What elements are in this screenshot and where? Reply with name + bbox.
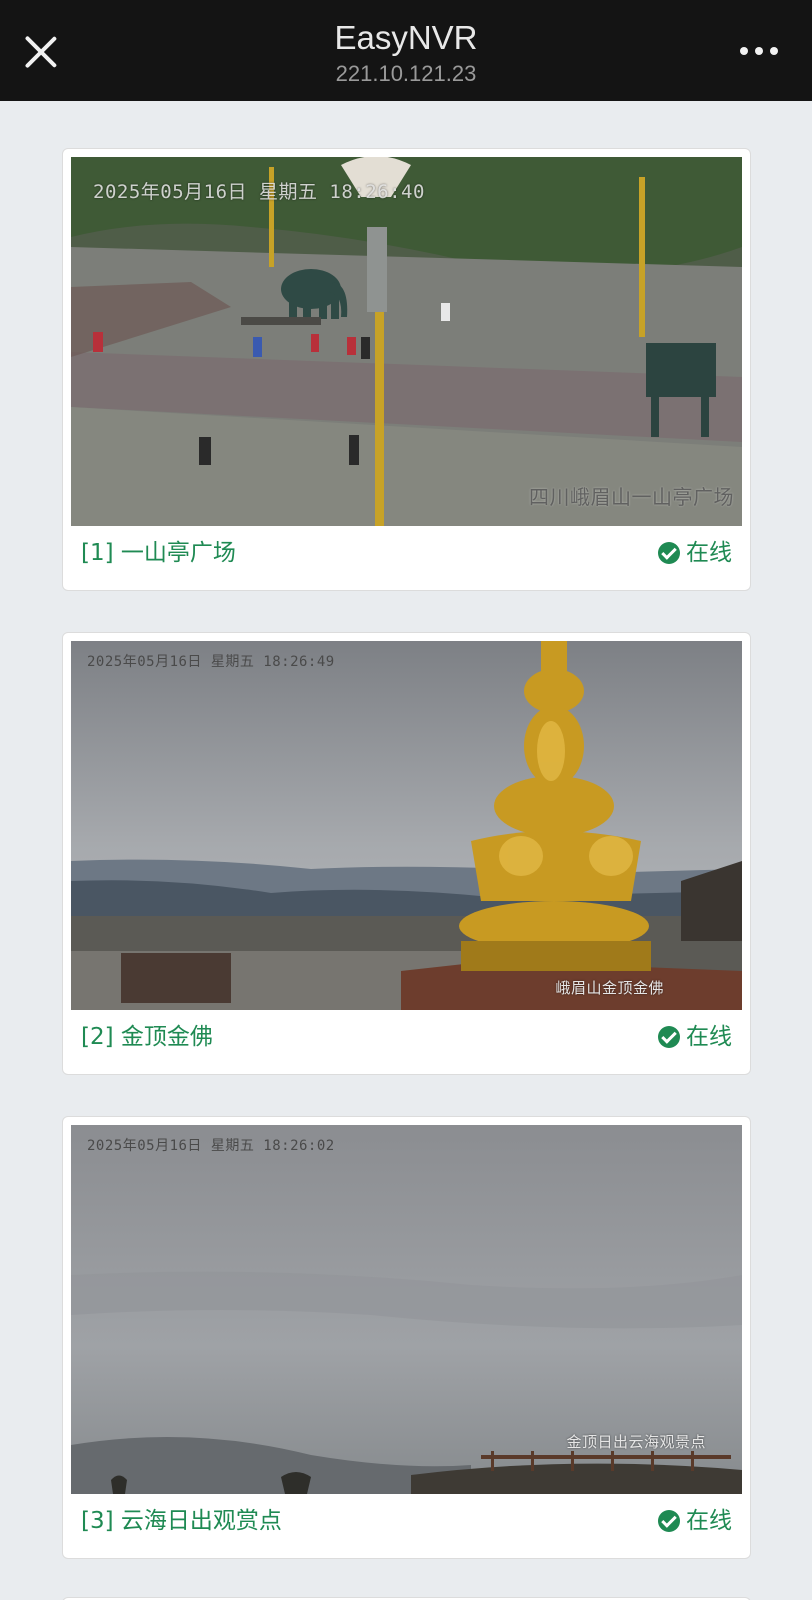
osd-location: 四川峨眉山一山亭广场 xyxy=(529,485,734,509)
status-badge: 在线 xyxy=(658,1023,732,1051)
channel-snapshot-3[interactable]: 2025年05月16日 星期五 18:26:02 金顶日出云海观景点 xyxy=(71,1125,742,1494)
channel-name: [3] 云海日出观赏点 xyxy=(81,1508,282,1534)
osd-location: 峨眉山金顶金佛 xyxy=(555,979,664,997)
channel-snapshot-2[interactable]: 2025年05月16日 星期五 18:26:49 峨眉山金顶金佛 xyxy=(71,641,742,1010)
check-circle-icon xyxy=(658,1510,680,1532)
channel-card-3[interactable]: 2025年05月16日 星期五 18:26:02 金顶日出云海观景点 [3] 云… xyxy=(62,1116,751,1559)
check-circle-icon xyxy=(658,542,680,564)
status-label: 在线 xyxy=(686,1508,732,1534)
osd-timestamp: 2025年05月16日 星期五 18:26:40 xyxy=(93,181,425,203)
channel-card-1[interactable]: 2025年05月16日 星期五 18:26:40 四川峨眉山一山亭广场 [1] … xyxy=(62,148,751,591)
osd-timestamp: 2025年05月16日 星期五 18:26:02 xyxy=(87,1138,335,1154)
channel-name: [1] 一山亭广场 xyxy=(81,540,236,566)
more-icon[interactable] xyxy=(740,44,778,58)
channel-snapshot-1[interactable]: 2025年05月16日 星期五 18:26:40 四川峨眉山一山亭广场 xyxy=(71,157,742,526)
page-subtitle: 221.10.121.23 xyxy=(335,61,477,86)
top-bar: EasyNVR 221.10.121.23 xyxy=(0,0,812,101)
status-label: 在线 xyxy=(686,540,732,566)
channel-card-2[interactable]: 2025年05月16日 星期五 18:26:49 峨眉山金顶金佛 [2] 金顶金… xyxy=(62,632,751,1075)
status-badge: 在线 xyxy=(658,539,732,567)
title-block: EasyNVR 221.10.121.23 xyxy=(0,18,812,88)
osd-location: 金顶日出云海观景点 xyxy=(566,1433,706,1451)
osd-timestamp: 2025年05月16日 星期五 18:26:49 xyxy=(87,654,335,670)
page-title: EasyNVR xyxy=(334,19,478,56)
channel-name: [2] 金顶金佛 xyxy=(81,1024,213,1050)
status-label: 在线 xyxy=(686,1024,732,1050)
check-circle-icon xyxy=(658,1026,680,1048)
status-badge: 在线 xyxy=(658,1507,732,1535)
